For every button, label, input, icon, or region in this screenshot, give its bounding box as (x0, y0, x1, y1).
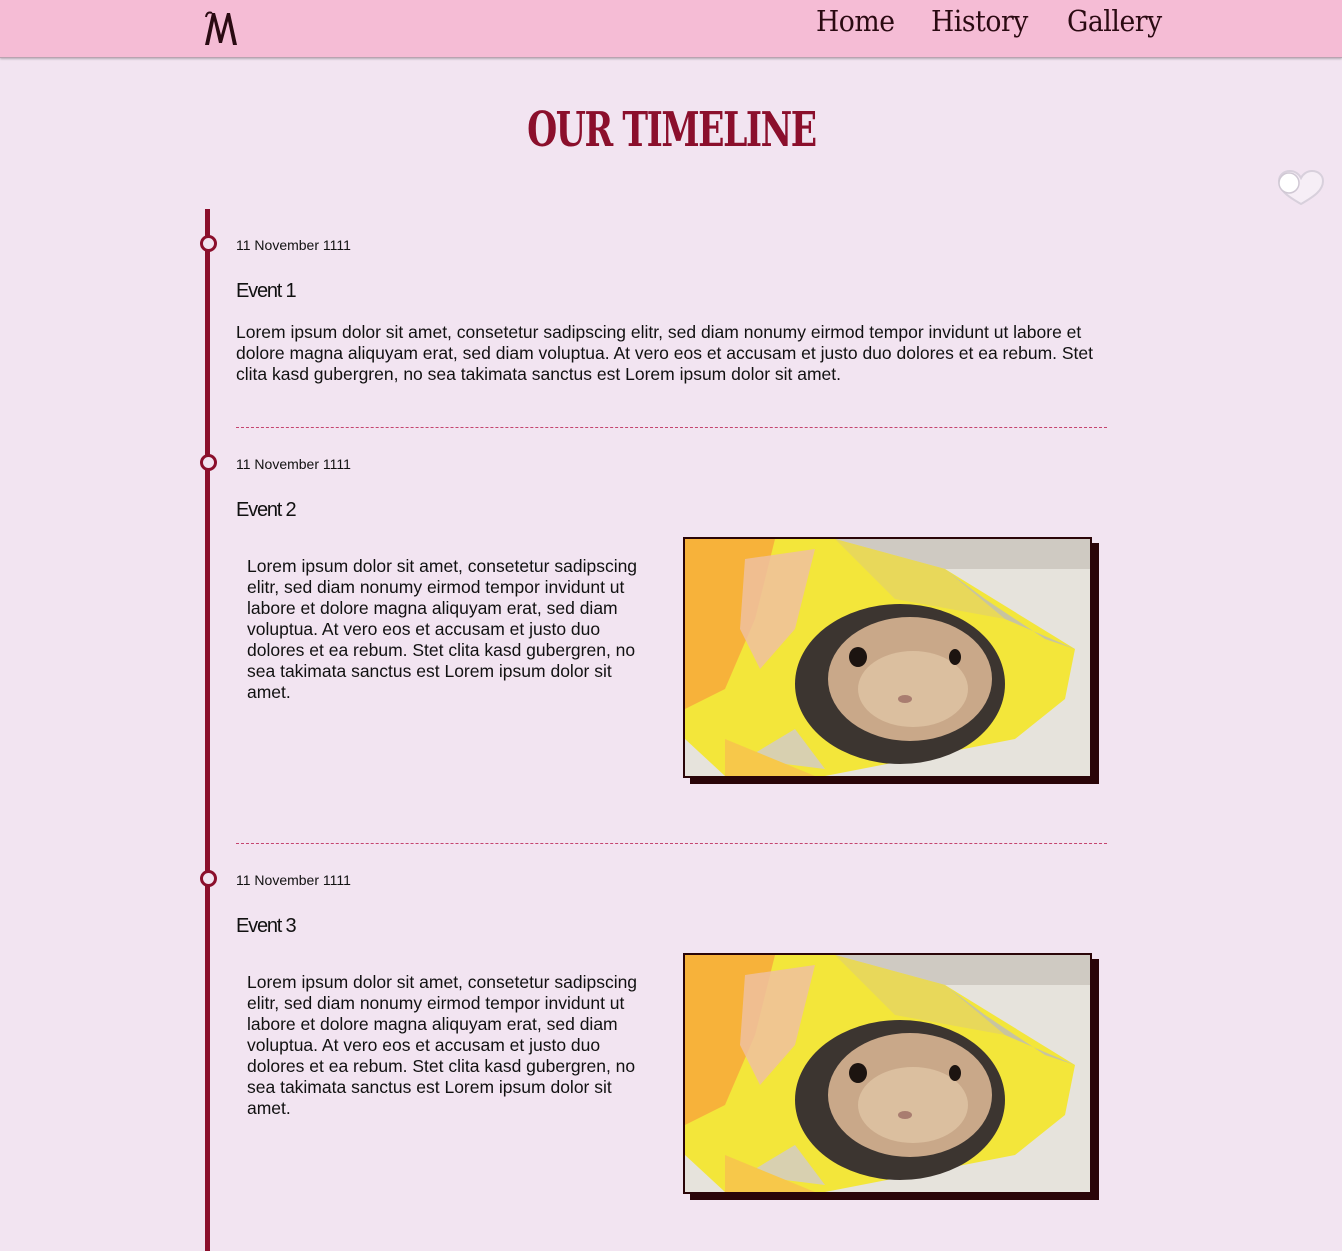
event-divider (236, 427, 1107, 428)
page-title: OUR TIMELINE (0, 100, 1342, 160)
nav-link-gallery[interactable]: Gallery (1067, 4, 1162, 38)
event-title: Event 2 (236, 499, 297, 521)
timeline-node (200, 235, 217, 252)
event-date: 11 November 1111 (236, 237, 351, 253)
event-title: Event 3 (236, 915, 297, 937)
nav-link-home[interactable]: Home (816, 4, 895, 38)
timeline-node (200, 870, 217, 887)
bunny-in-chip-bag-photo (683, 953, 1092, 1194)
heart-toggle-icon[interactable] (1277, 169, 1325, 206)
page-title-text: OUR TIMELINE (526, 102, 817, 158)
top-navbar: Home History Gallery (0, 0, 1342, 58)
timeline-node (200, 454, 217, 471)
m-monogram-logo-icon[interactable] (203, 9, 239, 47)
event-description: Lorem ipsum dolor sit amet, consetetur s… (236, 322, 1094, 384)
timeline-line (205, 209, 210, 1251)
event-date: 11 November 1111 (236, 456, 351, 472)
nav-link-history[interactable]: History (931, 4, 1028, 38)
event-divider (236, 843, 1107, 844)
event-description: Lorem ipsum dolor sit amet, consetetur s… (247, 556, 638, 702)
nav-links: Home History Gallery (816, 4, 1170, 38)
bunny-in-chip-bag-photo (683, 537, 1092, 778)
event-date: 11 November 1111 (236, 872, 351, 888)
event-title: Event 1 (236, 280, 297, 302)
event-description: Lorem ipsum dolor sit amet, consetetur s… (247, 972, 638, 1118)
